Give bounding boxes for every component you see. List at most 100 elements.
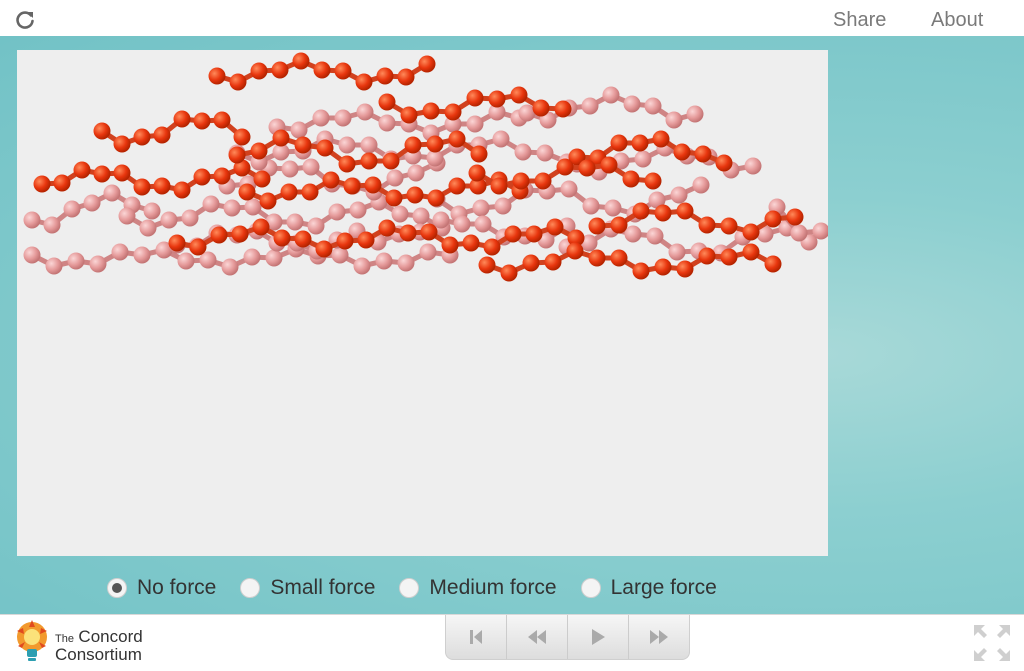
atom xyxy=(419,243,437,261)
atom xyxy=(448,130,466,148)
atom xyxy=(676,260,694,278)
atom xyxy=(360,152,378,170)
atom xyxy=(764,210,782,228)
atom xyxy=(462,234,480,252)
share-link[interactable]: Share xyxy=(833,9,886,32)
atom xyxy=(632,262,650,280)
force-label-medium-force: Medium force xyxy=(429,576,557,599)
top-bar: Share About xyxy=(0,0,1024,37)
atom xyxy=(488,90,506,108)
atom xyxy=(512,172,530,190)
atom xyxy=(290,121,308,139)
force-option-no-force[interactable]: No force xyxy=(107,576,216,600)
atom xyxy=(343,177,361,195)
atom xyxy=(111,243,129,261)
concord-logo[interactable]: The Concord Consortium xyxy=(12,619,172,665)
atom xyxy=(250,62,268,80)
atom xyxy=(376,67,394,85)
dark-chain-2 xyxy=(208,52,436,91)
logo-text-the: The xyxy=(55,633,74,645)
step-forward-button[interactable] xyxy=(629,615,689,659)
fullscreen-icon[interactable] xyxy=(972,623,1012,663)
atom xyxy=(441,236,459,254)
atom xyxy=(334,62,352,80)
atom xyxy=(364,176,382,194)
atom xyxy=(478,256,496,274)
radio-no-force[interactable] xyxy=(107,578,127,598)
atom xyxy=(43,216,61,234)
atom xyxy=(316,139,334,157)
atom xyxy=(665,111,683,129)
atom xyxy=(448,177,466,195)
atom xyxy=(113,164,131,182)
atom xyxy=(133,246,151,264)
atom xyxy=(742,243,760,261)
atom xyxy=(181,209,199,227)
atom xyxy=(581,97,599,115)
step-back-button[interactable] xyxy=(507,615,568,659)
atom xyxy=(213,111,231,129)
atom xyxy=(322,171,340,189)
reload-icon[interactable] xyxy=(14,9,36,31)
atom xyxy=(378,219,396,237)
atom xyxy=(375,252,393,270)
force-option-medium-force[interactable]: Medium force xyxy=(399,576,557,600)
atom xyxy=(720,248,738,266)
atom xyxy=(652,130,670,148)
atom xyxy=(45,257,63,275)
atom xyxy=(382,152,400,170)
atom xyxy=(89,255,107,273)
force-label-small-force: Small force xyxy=(270,576,376,599)
atom xyxy=(349,201,367,219)
about-link[interactable]: About xyxy=(931,9,983,32)
radio-medium-force[interactable] xyxy=(399,578,420,598)
atom xyxy=(470,145,488,163)
dark-chain-8 xyxy=(478,242,782,282)
radio-small-force[interactable] xyxy=(240,578,261,598)
molecule-simulation[interactable] xyxy=(17,50,828,556)
atom xyxy=(715,154,733,172)
atom xyxy=(133,178,151,196)
radio-large-force[interactable] xyxy=(580,578,601,598)
force-option-small-force[interactable]: Small force xyxy=(240,576,375,600)
atom xyxy=(432,211,450,229)
atom xyxy=(504,225,522,243)
atom xyxy=(378,114,396,132)
atom xyxy=(63,200,81,218)
atom xyxy=(399,224,417,242)
atom xyxy=(243,248,261,266)
atom xyxy=(420,223,438,241)
atom xyxy=(422,102,440,120)
force-option-large-force[interactable]: Large force xyxy=(580,576,717,600)
atom xyxy=(93,122,111,140)
atom xyxy=(253,170,271,188)
atom xyxy=(673,143,691,161)
logo-text-concord: Concord xyxy=(78,627,143,646)
atom xyxy=(676,202,694,220)
atom xyxy=(93,165,111,183)
play-button[interactable] xyxy=(568,615,629,659)
atom xyxy=(189,238,207,256)
atom xyxy=(494,197,512,215)
atom xyxy=(233,128,251,146)
atom xyxy=(312,109,330,127)
atom xyxy=(720,217,738,235)
atom xyxy=(514,143,532,161)
atom xyxy=(328,203,346,221)
atom xyxy=(302,158,320,176)
atom xyxy=(294,136,312,154)
atom xyxy=(193,112,211,130)
atom xyxy=(644,172,662,190)
atom xyxy=(670,186,688,204)
atom xyxy=(412,207,430,225)
atom xyxy=(500,264,518,282)
atom xyxy=(208,67,226,85)
atom xyxy=(334,109,352,127)
reset-button[interactable] xyxy=(446,615,507,659)
atom xyxy=(315,240,333,258)
atom xyxy=(536,144,554,162)
playback-controls xyxy=(445,615,690,660)
atom xyxy=(556,158,574,176)
atom xyxy=(644,97,662,115)
play-icon xyxy=(592,629,605,645)
